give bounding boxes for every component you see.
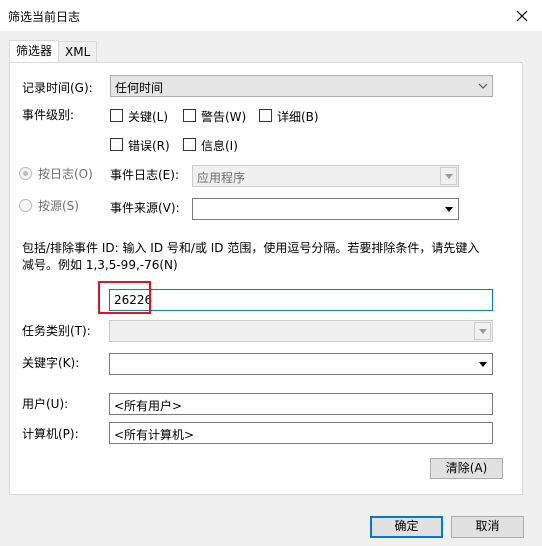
information-label: 信息(I) (201, 139, 238, 153)
critical-label: 关键(L) (128, 110, 169, 124)
by-log-radio[interactable] (19, 167, 32, 180)
task-category-label: 任务类别(T): (22, 324, 91, 338)
error-checkbox[interactable] (110, 138, 123, 151)
chevron-down-icon (440, 200, 457, 218)
dialog-title: 筛选当前日志 (8, 10, 81, 24)
computer-label: 计算机(P): (22, 427, 79, 441)
event-sources-label: 事件来源(V): (110, 201, 180, 215)
tab-xml[interactable]: XML (58, 41, 98, 63)
close-button[interactable] (502, 0, 542, 31)
filter-dialog: 筛选当前日志 筛选器 XML 记录时间(G): 任何时间 事件级别: 关键(L)… (0, 0, 542, 546)
critical-checkbox[interactable] (110, 109, 123, 122)
verbose-checkbox[interactable] (259, 109, 272, 122)
warning-label: 警告(W) (201, 110, 247, 124)
keywords-label: 关键字(K): (22, 356, 80, 370)
event-id-help-line2: 减号。例如 1,3,5-99,-76(N) (22, 258, 178, 272)
by-source-label: 按源(S) (38, 199, 79, 213)
event-level-label: 事件级别: (22, 108, 75, 122)
verbose-label: 详细(B) (277, 110, 319, 124)
by-log-label: 按日志(O) (38, 167, 93, 181)
chevron-down-icon (474, 77, 491, 95)
user-label: 用户(U): (22, 397, 69, 411)
by-source-radio[interactable] (19, 199, 32, 212)
information-checkbox[interactable] (183, 138, 196, 151)
warning-checkbox[interactable] (183, 109, 196, 122)
computer-input[interactable]: <所有计算机> (109, 422, 493, 444)
keywords-select[interactable] (109, 353, 493, 375)
logged-value: 任何时间 (115, 81, 164, 95)
chevron-down-icon (474, 355, 491, 373)
logged-label: 记录时间(G): (22, 81, 93, 95)
event-id-help-line1: 包括/排除事件 ID: 输入 ID 号和/或 ID 范围，使用逗号分隔。若要排除… (22, 241, 480, 255)
title-bar: 筛选当前日志 (0, 0, 542, 31)
cancel-button[interactable]: 取消 (451, 516, 524, 538)
ok-button[interactable]: 确定 (370, 516, 443, 538)
tab-filter[interactable]: 筛选器 (9, 40, 60, 63)
error-label: 错误(R) (128, 139, 170, 153)
highlight-box (98, 281, 151, 314)
clear-button[interactable]: 清除(A) (430, 458, 503, 479)
chevron-down-icon (474, 322, 491, 340)
close-icon (516, 10, 528, 21)
event-logs-label: 事件日志(E): (110, 168, 179, 182)
task-category-select[interactable] (109, 320, 493, 342)
user-input[interactable]: <所有用户> (109, 393, 493, 415)
event-logs-select[interactable]: 应用程序 (192, 165, 459, 187)
event-sources-select[interactable] (192, 198, 459, 220)
event-id-input[interactable]: 26226 (109, 289, 493, 311)
event-logs-value: 应用程序 (197, 171, 246, 185)
logged-select[interactable]: 任何时间 (110, 75, 493, 97)
chevron-down-icon (440, 167, 457, 185)
